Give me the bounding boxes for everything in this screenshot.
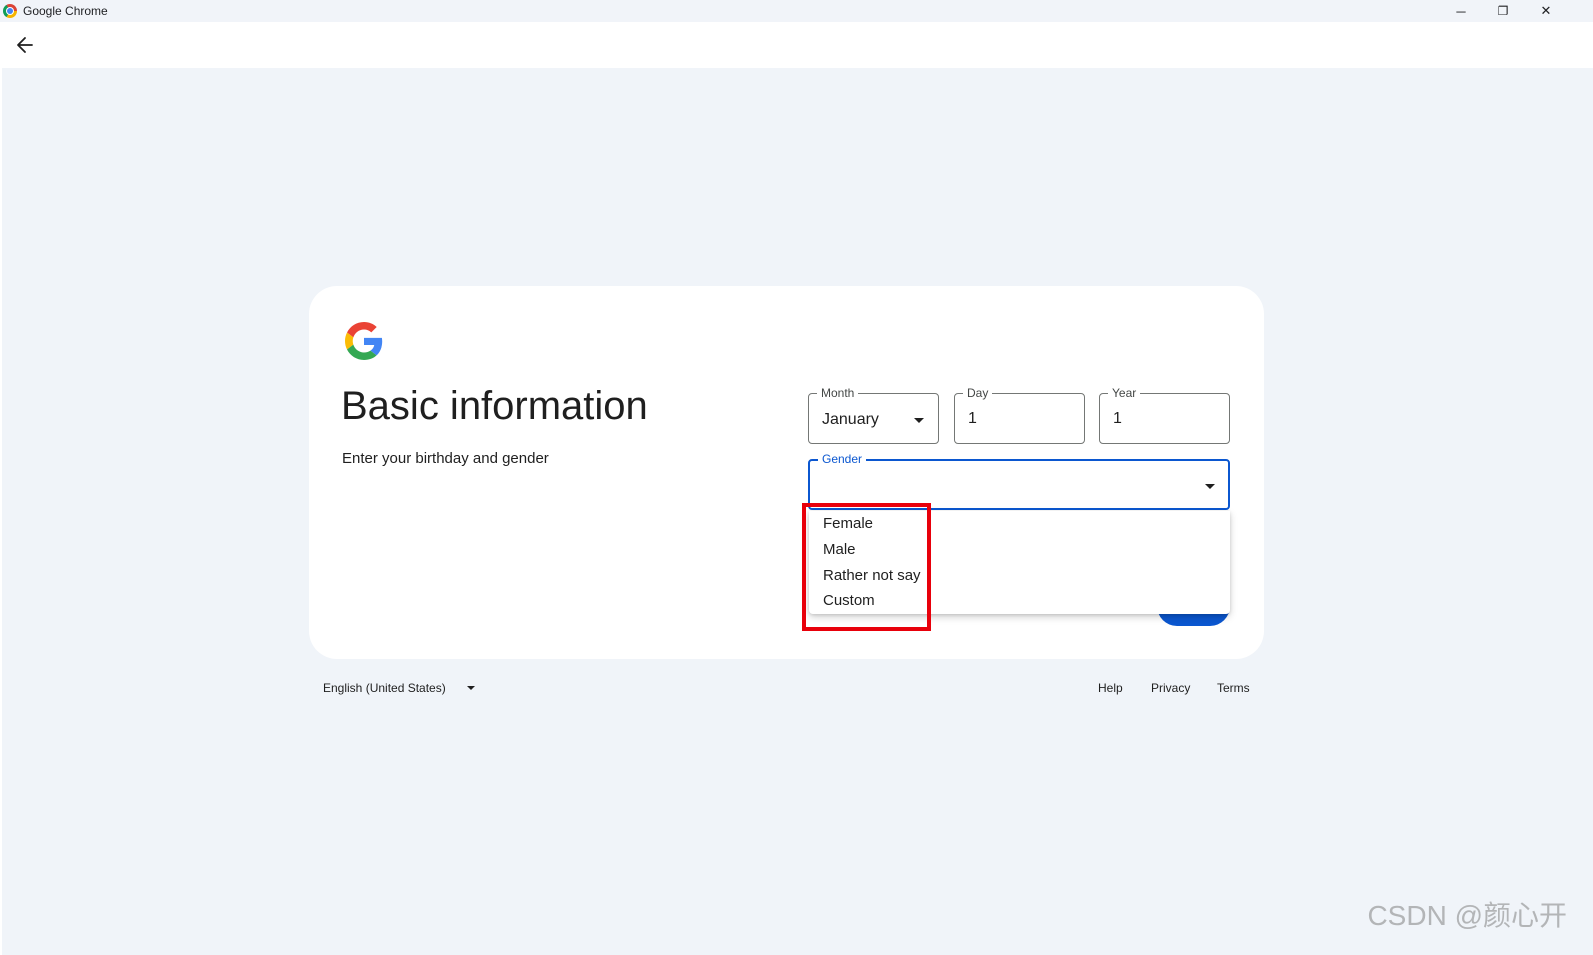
minimize-button[interactable]: ─ (1439, 0, 1483, 22)
language-selector[interactable]: English (United States) (323, 681, 446, 695)
month-select[interactable]: Month January (808, 386, 939, 444)
gender-dropdown-icon (1205, 484, 1215, 489)
month-label: Month (817, 386, 859, 400)
close-button[interactable]: ✕ (1524, 0, 1568, 22)
arrow-back-icon (17, 37, 33, 53)
window-titlebar: Google Chrome ─ ❐ ✕ (0, 0, 1593, 22)
day-label: Day (963, 386, 993, 400)
page-title: Basic information (341, 384, 648, 428)
restore-button[interactable]: ❐ (1481, 0, 1525, 22)
month-value: January (822, 411, 879, 428)
watermark-text: CSDN @颜心开 (1367, 900, 1567, 931)
app-title: Google Chrome (23, 4, 108, 18)
navigation-bar (0, 22, 1593, 68)
year-input[interactable]: Year 1 (1099, 386, 1230, 444)
page-subtitle: Enter your birthday and gender (342, 450, 549, 467)
gender-label: Gender (818, 452, 867, 466)
back-button[interactable] (12, 32, 38, 58)
chrome-logo-icon (3, 4, 17, 18)
language-dropdown-icon (467, 686, 475, 690)
day-input[interactable]: Day 1 (954, 386, 1085, 444)
day-value: 1 (968, 410, 977, 427)
highlight-box (802, 503, 931, 631)
google-logo-icon (345, 322, 383, 360)
help-link[interactable]: Help (1098, 681, 1123, 695)
language-label: English (United States) (323, 681, 446, 695)
privacy-link[interactable]: Privacy (1151, 681, 1190, 695)
terms-link[interactable]: Terms (1217, 681, 1250, 695)
year-label: Year (1108, 386, 1141, 400)
month-dropdown-icon (914, 418, 924, 423)
year-value: 1 (1113, 410, 1122, 427)
